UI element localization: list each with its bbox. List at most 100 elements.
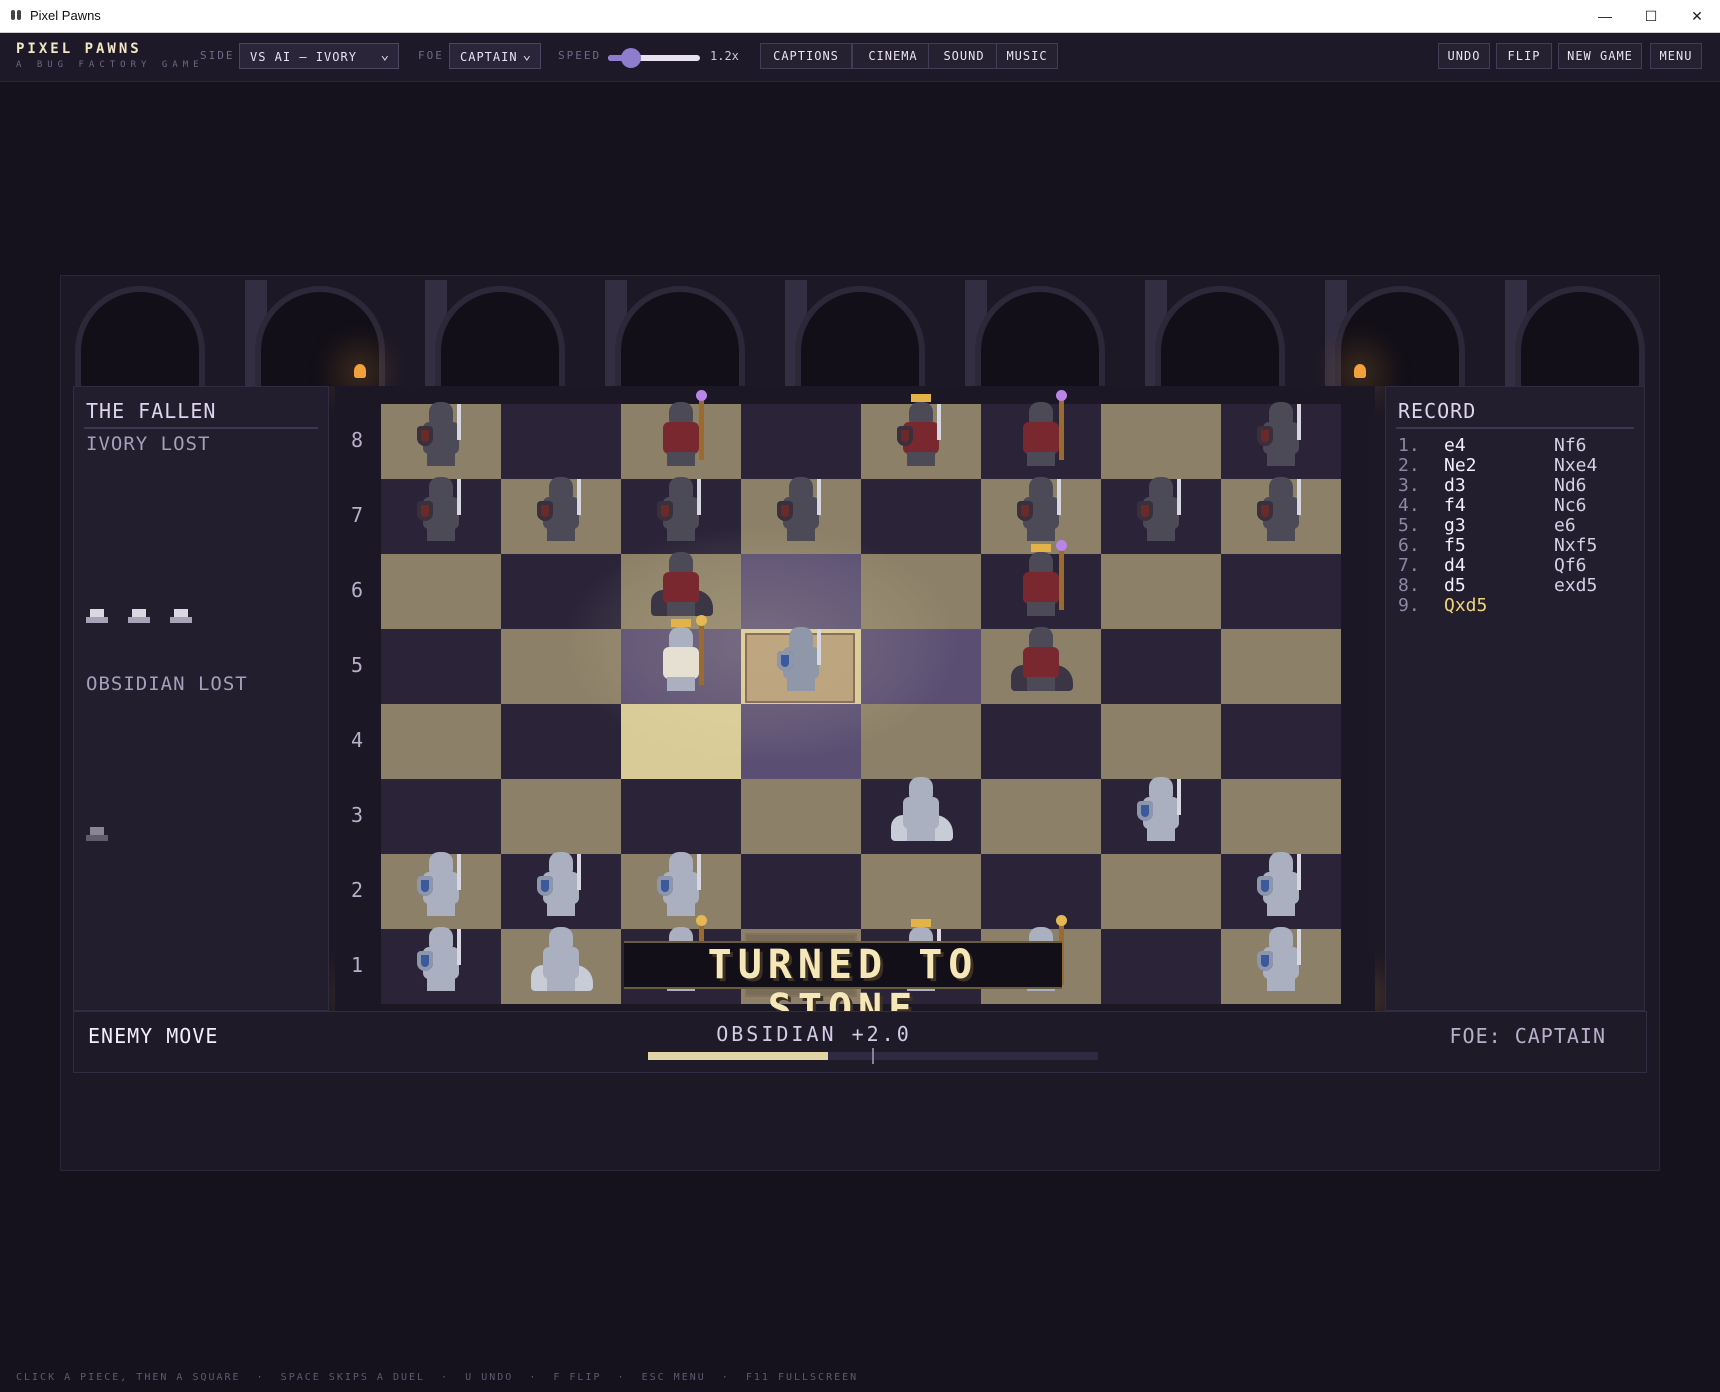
- obsidian-move[interactable]: Nc6: [1554, 495, 1587, 516]
- obsidian-bishop-f8[interactable]: [1013, 390, 1069, 468]
- ivory-knight-b1[interactable]: [531, 925, 593, 993]
- shield-icon: [777, 501, 793, 521]
- ivory-pawn-a2[interactable]: [413, 850, 469, 918]
- speed-slider[interactable]: [608, 48, 700, 68]
- ivory-move[interactable]: f5: [1444, 535, 1466, 556]
- rank-label-5: 5: [350, 653, 364, 677]
- ivory-move[interactable]: Qxd5: [1444, 595, 1487, 616]
- obsidian-queen-f6[interactable]: [1013, 540, 1069, 618]
- toolbar-button-menu[interactable]: MENU: [1650, 43, 1702, 69]
- board-square-g2[interactable]: [1101, 854, 1221, 929]
- board-square-c4[interactable]: [621, 704, 741, 779]
- board-square-e4[interactable]: [861, 704, 981, 779]
- obsidian-pawn-b7[interactable]: [533, 475, 589, 543]
- toolbar-button-new-game[interactable]: NEW GAME: [1558, 43, 1642, 69]
- board-square-b5[interactable]: [501, 629, 621, 704]
- obsidian-move[interactable]: Nf6: [1554, 435, 1587, 456]
- board-square-c3[interactable]: [621, 779, 741, 854]
- board-square-a6[interactable]: [381, 554, 501, 629]
- castle-arch: [975, 286, 1105, 386]
- board-square-b6[interactable]: [501, 554, 621, 629]
- board-square-d8[interactable]: [741, 404, 861, 479]
- obsidian-rook-h8[interactable]: [1253, 400, 1309, 468]
- obsidian-pawn-c7[interactable]: [653, 475, 709, 543]
- toolbar-button-undo[interactable]: UNDO: [1438, 43, 1490, 69]
- ivory-knight-e3[interactable]: [891, 775, 953, 843]
- ivory-rook-h1[interactable]: [1253, 925, 1309, 993]
- side-select[interactable]: VS AI — IVORY ⌄: [239, 43, 399, 69]
- obsidian-lost-label: OBSIDIAN LOST: [86, 673, 248, 695]
- board-square-e6[interactable]: [861, 554, 981, 629]
- ivory-pawn-b2[interactable]: [533, 850, 589, 918]
- maximize-button[interactable]: ☐: [1628, 0, 1674, 32]
- obsidian-bishop-c8[interactable]: [653, 390, 709, 468]
- board-square-g5[interactable]: [1101, 629, 1221, 704]
- rank-label-2: 2: [350, 878, 364, 902]
- board-square-f4[interactable]: [981, 704, 1101, 779]
- obsidian-knight-f5[interactable]: [1011, 625, 1073, 693]
- toolbar-button-cinema[interactable]: CINEMA: [852, 43, 934, 69]
- board-square-a3[interactable]: [381, 779, 501, 854]
- toolbar-button-captions[interactable]: CAPTIONS: [760, 43, 852, 69]
- obsidian-pawn-f7[interactable]: [1013, 475, 1069, 543]
- ivory-move[interactable]: e4: [1444, 435, 1466, 456]
- speed-slider-handle[interactable]: [621, 48, 641, 68]
- board-square-f2[interactable]: [981, 854, 1101, 929]
- toolbar-button-sound[interactable]: SOUND: [928, 43, 1000, 69]
- castle-arch: [75, 286, 205, 386]
- toolbar-button-music[interactable]: MUSIC: [996, 43, 1058, 69]
- foe-select[interactable]: CAPTAIN ⌄: [449, 43, 541, 69]
- obsidian-move[interactable]: Nd6: [1554, 475, 1587, 496]
- board-square-d6[interactable]: [741, 554, 861, 629]
- board-square-e2[interactable]: [861, 854, 981, 929]
- board-square-d2[interactable]: [741, 854, 861, 929]
- obsidian-knight-c6[interactable]: [651, 550, 713, 618]
- board-square-g4[interactable]: [1101, 704, 1221, 779]
- obsidian-rook-a8[interactable]: [413, 400, 469, 468]
- ivory-queen-c5[interactable]: [653, 615, 709, 693]
- board-square-g1[interactable]: [1101, 929, 1221, 1004]
- ivory-move[interactable]: g3: [1444, 515, 1466, 536]
- ivory-pawn-h2[interactable]: [1253, 850, 1309, 918]
- obsidian-pawn-d7[interactable]: [773, 475, 829, 543]
- board-square-h5[interactable]: [1221, 629, 1341, 704]
- obsidian-move[interactable]: Qf6: [1554, 555, 1587, 576]
- board-square-a4[interactable]: [381, 704, 501, 779]
- board-square-h4[interactable]: [1221, 704, 1341, 779]
- board-square-d4[interactable]: [741, 704, 861, 779]
- obsidian-pawn-a7[interactable]: [413, 475, 469, 543]
- ivory-pawn-g3[interactable]: [1133, 775, 1189, 843]
- legs-sprite: [1267, 452, 1295, 466]
- toolbar-button-flip[interactable]: FLIP: [1496, 43, 1552, 69]
- obsidian-move[interactable]: exd5: [1554, 575, 1597, 596]
- obsidian-pawn-g7[interactable]: [1133, 475, 1189, 543]
- board-square-b8[interactable]: [501, 404, 621, 479]
- board-square-b3[interactable]: [501, 779, 621, 854]
- board-square-g6[interactable]: [1101, 554, 1221, 629]
- ivory-move[interactable]: d3: [1444, 475, 1466, 496]
- board-square-d3[interactable]: [741, 779, 861, 854]
- board-square-h6[interactable]: [1221, 554, 1341, 629]
- obsidian-move[interactable]: e6: [1554, 515, 1576, 536]
- board-square-e5[interactable]: [861, 629, 981, 704]
- board-square-e7[interactable]: [861, 479, 981, 554]
- board-square-f3[interactable]: [981, 779, 1101, 854]
- ivory-move[interactable]: d5: [1444, 575, 1466, 596]
- ivory-rook-a1[interactable]: [413, 925, 469, 993]
- ivory-move[interactable]: d4: [1444, 555, 1466, 576]
- legs-sprite: [427, 977, 455, 991]
- obsidian-move[interactable]: Nxe4: [1554, 455, 1597, 476]
- close-button[interactable]: ✕: [1674, 0, 1720, 32]
- board-square-g8[interactable]: [1101, 404, 1221, 479]
- board-square-h3[interactable]: [1221, 779, 1341, 854]
- obsidian-king-e8[interactable]: [893, 394, 949, 468]
- obsidian-pawn-h7[interactable]: [1253, 475, 1309, 543]
- minimize-button[interactable]: —: [1582, 0, 1628, 32]
- board-square-a5[interactable]: [381, 629, 501, 704]
- obsidian-move[interactable]: Nxf5: [1554, 535, 1597, 556]
- ivory-move[interactable]: Ne2: [1444, 455, 1477, 476]
- ivory-pawn-c2[interactable]: [653, 850, 709, 918]
- ivory-move[interactable]: f4: [1444, 495, 1466, 516]
- ivory-pawn-d5[interactable]: [773, 625, 829, 693]
- board-square-b4[interactable]: [501, 704, 621, 779]
